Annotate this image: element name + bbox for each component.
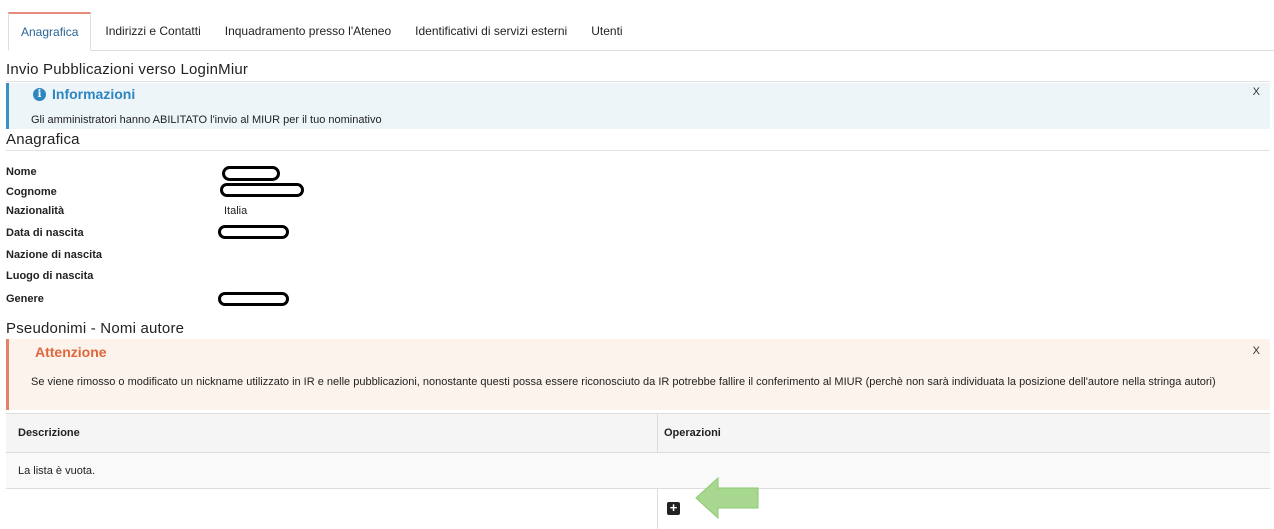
redacted-value-genere	[218, 292, 289, 306]
info-alert-close-button[interactable]: X	[1253, 86, 1260, 98]
table-header-row: Descrizione Operazioni	[6, 413, 1270, 453]
tab-anagrafica[interactable]: Anagrafica	[8, 12, 92, 51]
field-label-genere: Genere	[6, 293, 44, 305]
info-alert-message: Gli amministratori hanno ABILITATO l'inv…	[31, 114, 382, 126]
table-actions-row: +	[6, 488, 1270, 529]
field-label-nome: Nome	[6, 166, 37, 178]
warning-alert-title: Attenzione	[35, 344, 107, 360]
redacted-value-cognome	[220, 183, 304, 197]
redacted-value-nome	[222, 166, 280, 181]
field-label-data-nascita: Data di nascita	[6, 227, 84, 239]
field-value-nazionalita: Italia	[224, 205, 248, 217]
arrow-left-icon	[695, 476, 759, 520]
info-circle-icon: i	[33, 87, 46, 101]
tab-inquadramento[interactable]: Inquadramento presso l'Ateneo	[213, 12, 403, 50]
table-row: La lista è vuota.	[6, 452, 1270, 489]
section-title-anagrafica: Anagrafica	[6, 131, 80, 148]
plus-square-icon[interactable]: +	[667, 501, 680, 515]
column-header-operazioni: Operazioni	[664, 427, 721, 439]
field-label-nazionalita: Nazionalità	[6, 205, 65, 217]
redacted-value-data-nascita	[218, 225, 289, 239]
divider	[6, 150, 1270, 151]
tab-indirizzi-contatti[interactable]: Indirizzi e Contatti	[91, 12, 212, 50]
warning-alert-close-button[interactable]: X	[1253, 345, 1260, 357]
info-alert-header: i Informazioni	[33, 86, 135, 102]
field-label-nazione-nascita: Nazione di nascita	[6, 249, 102, 261]
tab-identificativi[interactable]: Identificativi di servizi esterni	[403, 12, 579, 50]
field-label-luogo-nascita: Luogo di nascita	[6, 270, 94, 282]
tab-utenti[interactable]: Utenti	[579, 12, 634, 50]
column-header-descrizione: Descrizione	[18, 427, 80, 439]
divider	[6, 81, 1270, 82]
warning-alert: Attenzione X Se viene rimosso o modifica…	[6, 339, 1270, 410]
section-title-pseudonimi: Pseudonimi - Nomi autore	[6, 320, 185, 337]
info-alert-title: Informazioni	[52, 86, 136, 102]
field-label-cognome: Cognome	[6, 186, 57, 198]
warning-alert-message: Se viene rimosso o modificato un nicknam…	[31, 376, 1216, 388]
empty-list-message: La lista è vuota.	[18, 465, 96, 477]
info-alert: i Informazioni X Gli amministratori hann…	[6, 83, 1270, 129]
tab-bar: Anagrafica Indirizzi e Contatti Inquadra…	[8, 12, 1274, 51]
section-title-invio: Invio Pubblicazioni verso LoginMiur	[6, 61, 249, 78]
